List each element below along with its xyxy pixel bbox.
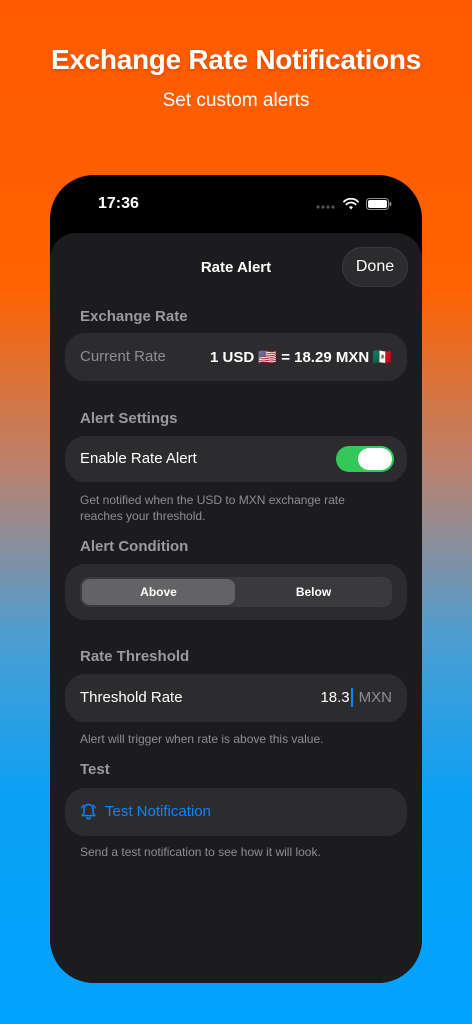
signal-dots-icon: [316, 197, 336, 215]
section-header-rate-threshold: Rate Threshold: [80, 648, 190, 665]
test-footnote: Send a test notification to see how it w…: [80, 845, 321, 859]
toggle-knob: [358, 448, 392, 470]
segment-below[interactable]: Below: [237, 579, 390, 605]
threshold-value: 18.3: [320, 689, 350, 706]
battery-icon: [366, 197, 392, 215]
test-notification-button[interactable]: Test Notification: [65, 788, 407, 836]
section-header-alert-condition: Alert Condition: [80, 538, 189, 555]
section-header-exchange-rate: Exchange Rate: [80, 308, 188, 325]
section-header-alert-settings: Alert Settings: [80, 410, 178, 427]
alert-condition-card: Above Below: [65, 564, 407, 620]
promo-subtitle: Set custom alerts: [162, 90, 310, 111]
threshold-footnote: Alert will trigger when rate is above th…: [80, 732, 324, 746]
segment-above[interactable]: Above: [82, 579, 235, 605]
wifi-icon: [343, 197, 359, 215]
done-button[interactable]: Done: [342, 247, 408, 287]
current-rate-row: Current Rate 1 USD 🇺🇸 = 18.29 MXN 🇲🇽: [65, 333, 407, 381]
threshold-unit: MXN: [358, 689, 392, 706]
alert-settings-footnote: Get notified when the USD to MXN exchang…: [80, 493, 345, 523]
section-header-test: Test: [80, 761, 110, 778]
promo-title: Exchange Rate Notifications: [51, 44, 421, 75]
enable-alert-toggle[interactable]: [336, 446, 394, 472]
text-cursor: [350, 688, 353, 707]
threshold-row: Threshold Rate 18.3 MXN: [65, 674, 407, 722]
status-icons: [316, 197, 392, 215]
test-notification-label: Test Notification: [105, 803, 211, 820]
enable-alert-label: Enable Rate Alert: [80, 450, 197, 467]
enable-alert-row: Enable Rate Alert: [65, 436, 407, 482]
status-bar: 17:36: [50, 175, 422, 233]
threshold-input[interactable]: 18.3 MXN: [320, 688, 392, 707]
threshold-label: Threshold Rate: [80, 689, 183, 706]
current-rate-value: 1 USD 🇺🇸 = 18.29 MXN 🇲🇽: [210, 349, 392, 366]
rate-alert-sheet: Rate Alert Done Exchange Rate Current Ra…: [50, 233, 422, 983]
status-time: 17:36: [98, 195, 139, 212]
current-rate-label: Current Rate: [80, 348, 166, 365]
phone-frame: 17:36 Rate Alert Done Exchange Rate Curr…: [50, 175, 422, 983]
condition-segmented-control: Above Below: [80, 577, 392, 607]
bell-icon: [80, 803, 97, 826]
